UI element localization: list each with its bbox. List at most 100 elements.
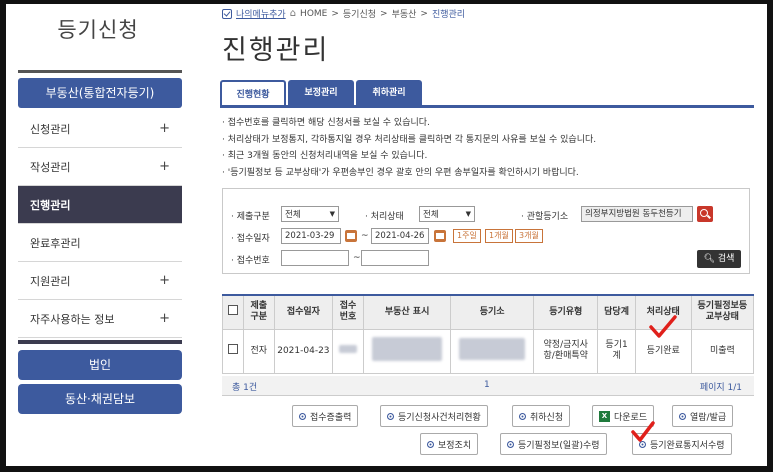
col-header-property: 부동산 표시 <box>363 294 452 330</box>
plus-icon: + <box>159 311 170 326</box>
movable-bond-button[interactable]: 동산·채권담보 <box>18 384 182 414</box>
search-icon[interactable] <box>697 206 713 222</box>
status-label: · 처리상태 <box>365 212 404 222</box>
breadcrumb-separator: > <box>380 8 388 19</box>
note-line: · 접수번호를 클릭하면 해당 신청서를 보실 수 있습니다. <box>222 118 430 128</box>
tab-withdrawal[interactable]: 취하관리 <box>356 80 422 106</box>
period-1month-button[interactable]: 1개월 <box>485 229 513 243</box>
withdraw-request-button[interactable]: 취하신청 <box>512 405 571 427</box>
range-tilde: ~ <box>361 231 369 241</box>
col-header-type: 등기유형 <box>533 294 599 330</box>
sidebar-item-label: 완료후관리 <box>30 236 81 250</box>
court-field[interactable]: 의정부지방법원 동두천등기 <box>581 206 693 222</box>
sidebar-item-label: 자주사용하는 정보 <box>30 312 115 326</box>
breadcrumb-current: 진행관리 <box>431 10 466 20</box>
cell-registry <box>450 328 535 374</box>
bullet-icon <box>507 440 514 448</box>
select-all-cell <box>222 294 244 330</box>
sidebar-divider <box>18 340 182 344</box>
button-label: 취하신청 <box>530 412 564 423</box>
period-3month-button[interactable]: 3개월 <box>515 229 543 243</box>
row-checkbox[interactable] <box>227 344 238 354</box>
sidebar-item-progress[interactable]: 진행관리 <box>18 186 182 224</box>
select-value: 전체 <box>285 210 301 220</box>
button-label: 접수증출력 <box>310 412 352 423</box>
page-indicator: 페이지 1/1 <box>699 383 742 393</box>
bullet-icon <box>427 440 434 448</box>
redacted-block <box>338 345 357 353</box>
cell-delivery: 미출력 <box>690 328 755 374</box>
col-header-registry: 등기소 <box>450 294 535 330</box>
date-from-input[interactable]: 2021-03-29 <box>281 228 341 244</box>
bullet-icon <box>299 412 306 420</box>
sidebar-title: 등기신청 <box>57 18 139 42</box>
print-receipt-button[interactable]: 접수증출력 <box>292 405 359 427</box>
sidebar-divider <box>18 70 182 73</box>
select-value: 전체 <box>423 210 439 220</box>
date-to-input[interactable]: 2021-04-26 <box>371 228 429 244</box>
sidebar-item-frequent[interactable]: 자주사용하는 정보 + <box>18 300 182 338</box>
receipt-no-from-input[interactable] <box>281 250 349 266</box>
button-label: 열람/발급 <box>690 412 727 423</box>
guide-notes: · 접수번호를 클릭하면 해당 신청서를 보실 수 있습니다. · 처리상태가 … <box>222 115 596 181</box>
page-title: 진행관리 <box>222 35 330 66</box>
corporation-button[interactable]: 법인 <box>18 350 182 380</box>
note-line: · 처리상태가 보정통지, 각하통지일 경우 처리상태를 클릭하면 각 통지문의… <box>222 134 597 145</box>
row-checkbox-cell <box>222 328 244 374</box>
cell-team: 등기1계 <box>597 328 636 374</box>
case-status-button[interactable]: 등기신청사건처리현황 <box>380 405 488 427</box>
correction-action-button[interactable]: 보정조치 <box>420 433 479 455</box>
period-1week-button[interactable]: 1주일 <box>453 229 481 243</box>
cell-date: 2021-04-23 <box>273 328 333 374</box>
submit-type-select[interactable]: 전체 ▼ <box>281 206 339 222</box>
sidebar-item-label: 작성관리 <box>30 160 71 174</box>
pagination-bar: 총 1건 1 페이지 1/1 <box>222 376 754 396</box>
sidebar-item-support[interactable]: 지원관리 + <box>18 262 182 300</box>
annotation-check-icon <box>649 315 677 338</box>
cell-submit: 전자 <box>242 328 275 374</box>
checkbox-icon <box>222 8 232 19</box>
total-count: 총 1건 <box>232 383 258 393</box>
search-button-label: 검색 <box>717 254 735 264</box>
sidebar-item-write[interactable]: 작성관리 + <box>18 148 182 186</box>
search-panel: · 제출구분 전체 ▼ · 처리상태 전체 ▼ · 관할등기소 의정부지방법원 동두… <box>222 188 750 274</box>
col-header-team: 담당계 <box>597 294 636 330</box>
sidebar-item-label: 신청관리 <box>30 122 71 136</box>
col-header-date: 접수일자 <box>273 294 333 330</box>
select-all-checkbox[interactable] <box>227 305 238 316</box>
sidebar-item-after[interactable]: 완료후관리 <box>18 224 182 262</box>
redacted-block <box>372 337 443 361</box>
view-issue-button[interactable]: 열람/발급 <box>672 405 734 427</box>
col-header-delivery: 등기필정보등 교부상태 <box>690 294 755 330</box>
redacted-block <box>459 338 526 360</box>
cell-type: 약정/금지사항/환매특약 <box>533 328 599 374</box>
receive-registration-info-button[interactable]: 등기필정보(일괄)수령 <box>500 433 607 455</box>
sidebar-header-button[interactable]: 부동산(통합전자등기) <box>18 78 182 108</box>
range-tilde: ~ <box>353 253 361 263</box>
cell-receipt-no[interactable] <box>331 328 365 374</box>
date-label: · 접수일자 <box>231 234 270 244</box>
tab-progress-status[interactable]: 진행현황 <box>220 80 286 106</box>
receipt-no-to-input[interactable] <box>361 250 429 266</box>
add-my-menu-link[interactable]: 나의메뉴추가 <box>236 7 286 20</box>
tab-correction[interactable]: 보정관리 <box>288 80 354 106</box>
page-number[interactable]: 1 <box>484 380 490 390</box>
home-icon: ⌂ <box>289 8 297 19</box>
chevron-down-icon: ▼ <box>465 210 471 218</box>
status-select[interactable]: 전체 ▼ <box>419 206 475 222</box>
calendar-icon[interactable] <box>434 230 446 242</box>
calendar-icon[interactable] <box>345 230 357 242</box>
sidebar-item-label: 진행관리 <box>30 198 71 212</box>
sidebar-item-apply[interactable]: 신청관리 + <box>18 110 182 148</box>
breadcrumb-item[interactable]: 등기신청 <box>343 7 376 20</box>
button-label: 등기신청사건처리현황 <box>398 412 481 423</box>
court-label: · 관할등기소 <box>521 212 569 222</box>
search-button[interactable]: 🔍︎ 검색 <box>697 250 741 268</box>
button-label: 등기필정보(일괄)수령 <box>518 440 600 451</box>
submit-type-label: · 제출구분 <box>231 212 270 222</box>
sidebar-menu: 신청관리 + 작성관리 + 진행관리 완료후관리 지원관리 + 자주사용하는 정보 + <box>18 110 182 338</box>
breadcrumb: 나의메뉴추가 ⌂ HOME > 등기신청 > 부동산 > 진행관리 <box>222 7 465 20</box>
breadcrumb-item[interactable]: 부동산 <box>392 7 417 20</box>
breadcrumb-home[interactable]: HOME <box>300 9 327 19</box>
button-label: 등기완료통지서수령 <box>650 440 725 451</box>
